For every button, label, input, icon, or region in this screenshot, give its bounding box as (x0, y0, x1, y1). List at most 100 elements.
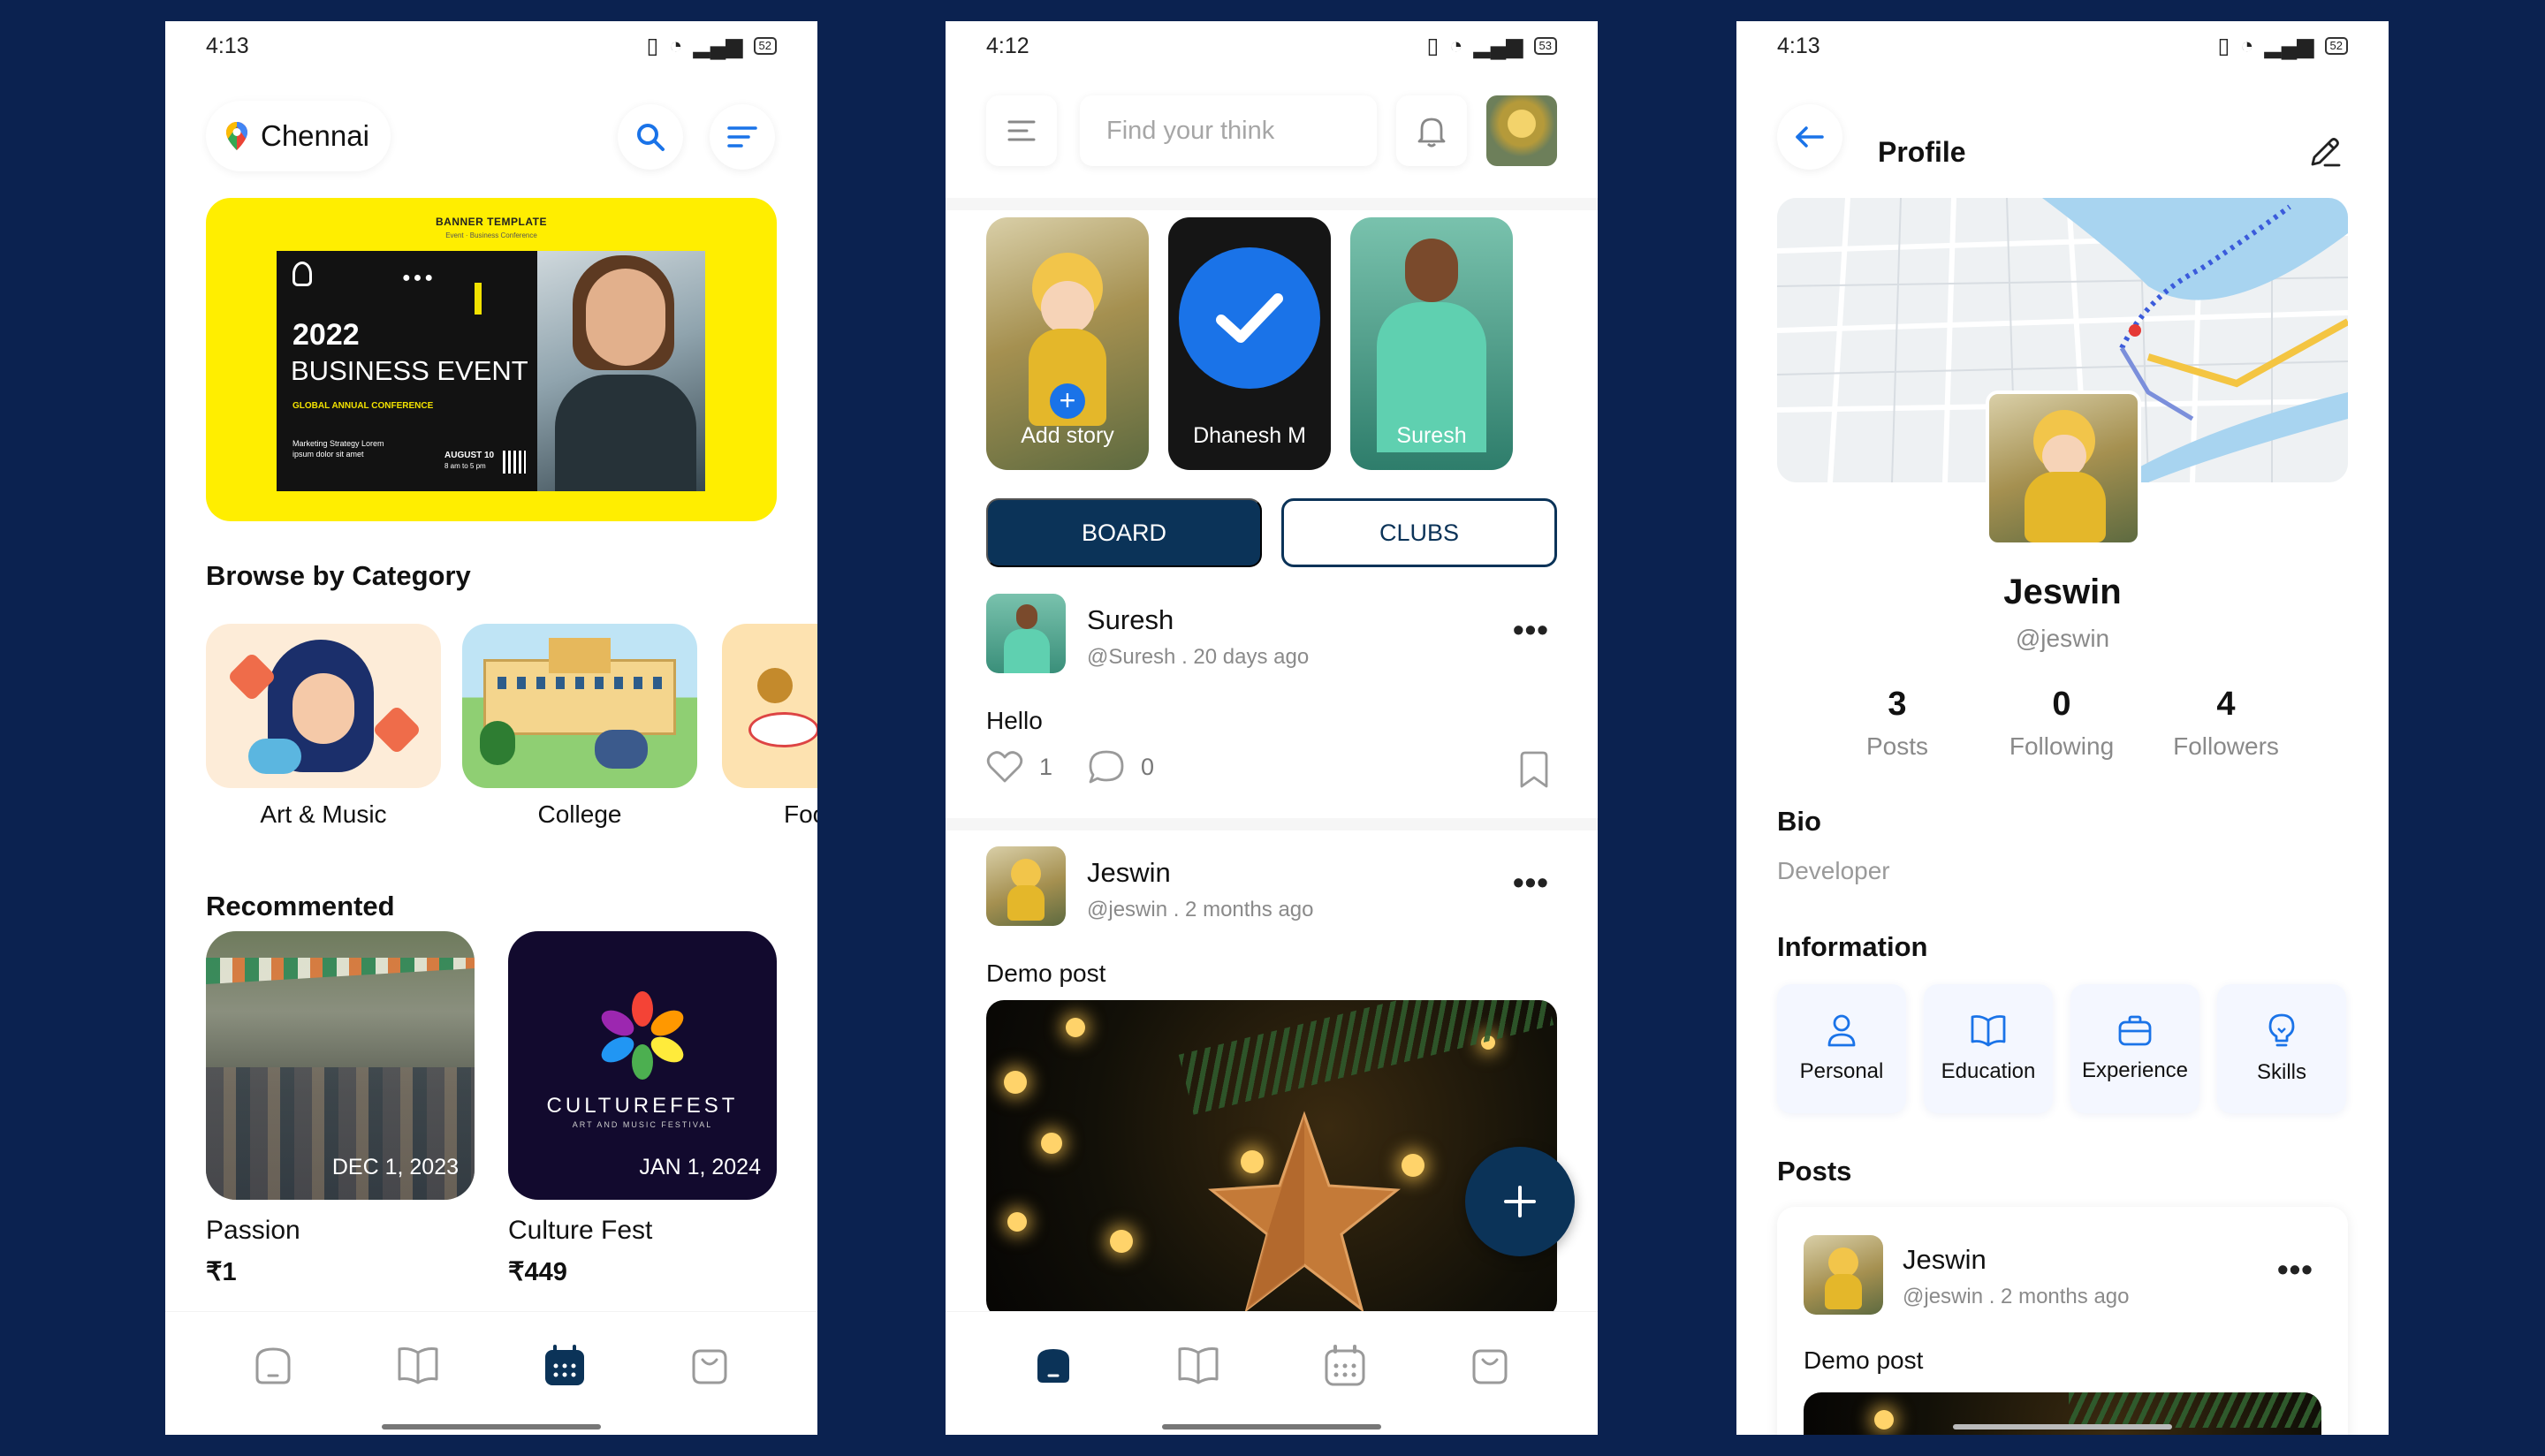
vibrate-icon: ▯ (2217, 34, 2230, 58)
story-add[interactable]: + Add story (986, 217, 1149, 470)
post-reactions: 1 0 (986, 749, 1154, 785)
back-button[interactable] (1777, 104, 1842, 170)
culturefest-logo-sub: ART AND MUSIC FESTIVAL (572, 1120, 713, 1129)
post-author-avatar[interactable] (986, 846, 1066, 926)
stat-followers[interactable]: 4 Followers (2146, 686, 2306, 761)
avatar-face (2042, 435, 2086, 477)
clubs-tab[interactable]: CLUBS (1281, 498, 1557, 567)
stat-label: Followers (2173, 732, 2279, 760)
event-card-culture-fest[interactable]: CULTUREFEST ART AND MUSIC FESTIVAL JAN 1… (508, 931, 777, 1287)
post-author-avatar[interactable] (1804, 1235, 1883, 1315)
home-indicator[interactable] (1953, 1424, 2172, 1429)
posts-title: Posts (1777, 1156, 1852, 1187)
bag-icon[interactable] (1469, 1344, 1511, 1386)
event-date: DEC 1, 2023 (331, 1155, 459, 1179)
category-label: Foo (784, 800, 817, 828)
recommended-title: Recommented (206, 891, 395, 921)
board-tab[interactable]: BOARD (986, 498, 1262, 567)
heart-icon[interactable] (986, 750, 1023, 784)
bokeh-light (1110, 1230, 1133, 1253)
post-image[interactable] (986, 1000, 1557, 1318)
home-indicator[interactable] (382, 1424, 601, 1429)
bokeh-light (1007, 1212, 1027, 1232)
post-author-name[interactable]: Suresh (1087, 604, 1174, 636)
menu-button[interactable] (986, 95, 1057, 166)
art-face (292, 673, 354, 744)
location-name: Chennai (261, 119, 369, 152)
banner-date-time: 8 am to 5 pm (444, 462, 486, 470)
filter-button[interactable] (710, 104, 775, 170)
more-options-icon[interactable]: ••• (1513, 611, 1549, 648)
bookmark-icon[interactable] (1518, 751, 1550, 788)
create-post-button[interactable] (1465, 1147, 1575, 1256)
stat-value: 0 (2052, 686, 2071, 723)
info-personal[interactable]: Personal (1777, 984, 1906, 1113)
brand-logo-icon (292, 262, 312, 286)
info-experience[interactable]: Experience (2070, 984, 2199, 1113)
home-indicator[interactable] (1162, 1424, 1381, 1429)
event-card-passion[interactable]: DEC 1, 2023 Passion ₹1 (206, 931, 475, 1287)
story-face (1405, 239, 1458, 302)
banner-small-text: Marketing Strategy Lorem ipsum dolor sit… (292, 439, 384, 459)
event-image-culture-fest: CULTUREFEST ART AND MUSIC FESTIVAL JAN 1… (508, 931, 777, 1200)
edit-pencil-icon[interactable] (2309, 136, 2341, 168)
category-food-image (722, 624, 817, 788)
info-label: Experience (2081, 1058, 2189, 1082)
notifications-button[interactable] (1396, 95, 1467, 166)
bag-icon[interactable] (688, 1344, 731, 1386)
person-body (555, 375, 696, 491)
category-college[interactable]: College (462, 624, 697, 829)
post-author-name[interactable]: Jeswin (1087, 857, 1171, 889)
story-label: Add story (1021, 423, 1114, 448)
search-button[interactable] (618, 104, 683, 170)
search-icon (635, 122, 665, 152)
comment-icon[interactable] (1088, 749, 1125, 785)
event-date: JAN 1, 2024 (639, 1155, 761, 1179)
search-input[interactable] (1080, 95, 1377, 166)
college-tower (549, 638, 611, 673)
info-education[interactable]: Education (1924, 984, 2053, 1113)
plus-icon (1502, 1184, 1538, 1219)
banner-poster: ●●● 2022 BUSINESS EVENT GLOBAL ANNUAL CO… (277, 251, 705, 491)
calendar-icon[interactable] (1323, 1343, 1367, 1387)
story-dhanesh[interactable]: Dhanesh M (1168, 217, 1331, 470)
book-icon[interactable] (396, 1344, 440, 1386)
info-skills[interactable]: Skills (2217, 984, 2346, 1113)
category-art-music-image (206, 624, 441, 788)
avatar-coat (1825, 1274, 1862, 1309)
post-author-avatar[interactable] (986, 594, 1066, 673)
event-banner[interactable]: BANNER TEMPLATE Event · Business Confere… (206, 198, 777, 521)
location-selector[interactable]: Chennai (206, 101, 391, 171)
avatar-coat (1007, 885, 1045, 921)
stat-following[interactable]: 0 Following (1982, 686, 2141, 761)
dots-decoration: ●●● (402, 270, 436, 285)
add-story-plus-icon[interactable]: + (1050, 383, 1085, 419)
profile-avatar[interactable] (1986, 391, 2141, 546)
college-tree (480, 721, 515, 765)
more-options-icon[interactable]: ••• (2277, 1251, 2313, 1288)
information-title: Information (1777, 931, 1928, 962)
profile-post-card[interactable]: Jeswin @jeswin . 2 months ago ••• Demo p… (1777, 1207, 2348, 1435)
more-options-icon[interactable]: ••• (1513, 864, 1549, 901)
user-avatar[interactable] (1486, 95, 1557, 166)
post-meta: @jeswin . 2 months ago (1903, 1285, 2130, 1308)
home-icon[interactable] (1032, 1344, 1075, 1386)
category-art-music[interactable]: Art & Music (206, 624, 441, 829)
category-food[interactable]: Foo (722, 624, 817, 829)
banner-tagline: GLOBAL ANNUAL CONFERENCE (292, 401, 434, 411)
status-bar: 4:13 ▯ ◔ ▂▄▆ 52 (165, 21, 817, 71)
banner-date-day: AUGUST 10 (444, 451, 495, 460)
book-icon[interactable] (1176, 1344, 1220, 1386)
story-suresh[interactable]: Suresh (1350, 217, 1513, 470)
culturefest-logo-text: CULTUREFEST (546, 1094, 739, 1118)
calendar-icon[interactable] (543, 1343, 587, 1387)
bokeh-light (1041, 1133, 1062, 1154)
stat-posts[interactable]: 3 Posts (1818, 686, 1977, 761)
home-icon[interactable] (252, 1344, 294, 1386)
status-icons: ▯ ◔ ▂▄▆ 52 (646, 33, 777, 59)
vibrate-icon: ▯ (1426, 34, 1440, 58)
signal-icon: ▂▄▆ (2264, 34, 2314, 58)
bunting-flags (206, 958, 475, 984)
post-author-name[interactable]: Jeswin (1903, 1244, 1987, 1276)
verified-check-icon (1179, 247, 1320, 389)
